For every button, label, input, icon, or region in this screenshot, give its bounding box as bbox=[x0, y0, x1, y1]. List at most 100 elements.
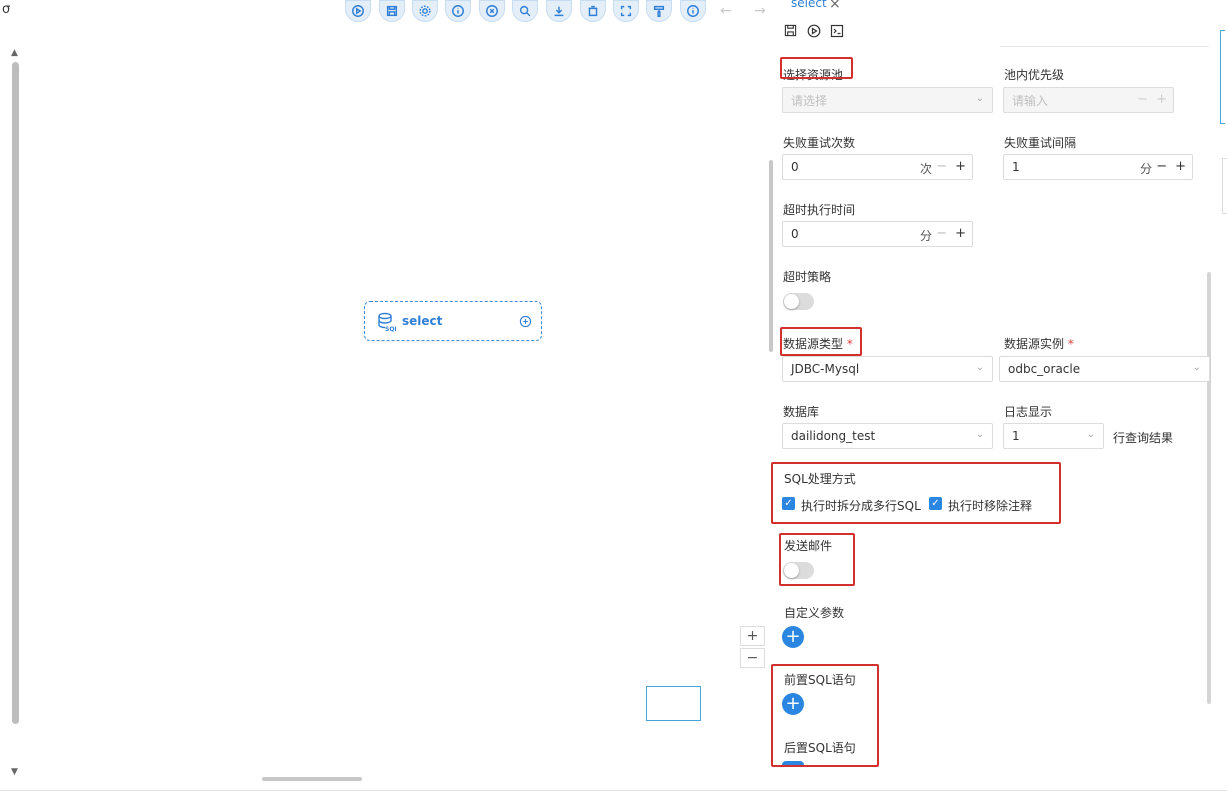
custom-params-label: 自定义参数 bbox=[784, 606, 845, 620]
download-button[interactable] bbox=[546, 0, 572, 22]
database-select[interactable]: dailidong_test ⌄ bbox=[782, 423, 993, 449]
annotation-box bbox=[780, 327, 862, 356]
code-icon[interactable] bbox=[830, 24, 844, 38]
pool-priority-input[interactable]: 请输入 − + bbox=[1003, 87, 1174, 113]
retry-times-unit: 次 bbox=[920, 162, 933, 176]
vertical-scrollbar[interactable] bbox=[12, 62, 19, 724]
pool-priority-label: 池内优先级 bbox=[1004, 68, 1065, 82]
retry-times-label: 失败重试次数 bbox=[783, 136, 856, 150]
task-node-select[interactable]: SQL select bbox=[364, 301, 542, 341]
retry-interval-input[interactable]: 1 分 − + bbox=[1003, 154, 1193, 180]
retry-interval-label: 失败重试间隔 bbox=[1004, 136, 1077, 150]
timeout-strategy-toggle[interactable] bbox=[783, 293, 814, 310]
delete-icon bbox=[588, 5, 598, 17]
scroll-down-icon[interactable]: ▼ bbox=[11, 767, 18, 777]
datasource-type-value: JDBC-Mysql bbox=[791, 362, 860, 376]
annotation-box bbox=[771, 462, 1061, 524]
pool-priority-placeholder: 请输入 bbox=[1012, 93, 1049, 108]
bottom-border bbox=[0, 790, 1227, 791]
log-display-select[interactable]: 1 ⌄ bbox=[1003, 423, 1104, 449]
divider bbox=[1000, 46, 1209, 47]
search-icon bbox=[519, 5, 531, 17]
minimap[interactable] bbox=[646, 686, 701, 721]
close-circle-icon bbox=[486, 5, 498, 17]
delete-button[interactable] bbox=[580, 0, 606, 22]
required-mark: * bbox=[1067, 337, 1074, 351]
fullscreen-icon bbox=[620, 5, 632, 17]
timeout-unit: 分 bbox=[920, 229, 933, 243]
decrement-icon[interactable]: − bbox=[936, 226, 947, 241]
chevron-down-icon: ⌄ bbox=[1192, 362, 1201, 373]
format-button[interactable] bbox=[646, 0, 672, 22]
save-icon[interactable] bbox=[784, 24, 797, 37]
database-value: dailidong_test bbox=[791, 429, 876, 443]
increment-icon[interactable]: + bbox=[955, 159, 966, 174]
database-sql-icon: SQL bbox=[378, 312, 396, 332]
forward-arrow-icon[interactable]: → bbox=[754, 3, 766, 19]
add-custom-param-button[interactable]: + bbox=[782, 626, 804, 648]
zoom-out-button[interactable]: − bbox=[740, 648, 765, 668]
increment-icon[interactable]: + bbox=[1156, 92, 1167, 107]
datasource-instance-value: odbc_oracle bbox=[1008, 362, 1081, 376]
save-icon bbox=[386, 5, 398, 17]
search-button[interactable] bbox=[512, 0, 538, 22]
retry-interval-value: 1 bbox=[1012, 160, 1020, 174]
scroll-up-icon[interactable]: ▲ bbox=[11, 48, 18, 58]
annotation-box bbox=[780, 57, 853, 79]
about-button[interactable] bbox=[680, 0, 706, 22]
datasource-type-select[interactable]: JDBC-Mysql ⌄ bbox=[782, 356, 993, 382]
select-pool-select[interactable]: 请选择 ⌄ bbox=[782, 87, 993, 113]
format-icon bbox=[653, 5, 665, 17]
node-label: select bbox=[402, 314, 443, 328]
datasource-instance-select[interactable]: odbc_oracle ⌄ bbox=[999, 356, 1210, 382]
back-arrow-icon[interactable]: ← bbox=[720, 3, 732, 19]
increment-icon[interactable]: + bbox=[955, 226, 966, 241]
side-tab[interactable] bbox=[1220, 30, 1225, 124]
side-tab[interactable] bbox=[1222, 158, 1227, 214]
annotation-box bbox=[771, 664, 879, 767]
info-button[interactable] bbox=[445, 0, 471, 22]
database-label: 数据库 bbox=[783, 405, 820, 419]
fullscreen-button[interactable] bbox=[613, 0, 639, 22]
zoom-in-button[interactable]: + bbox=[740, 626, 765, 646]
timeout-value: 0 bbox=[791, 227, 799, 241]
chevron-down-icon: ⌄ bbox=[975, 362, 984, 373]
log-display-value: 1 bbox=[1012, 429, 1020, 443]
info-icon bbox=[687, 5, 699, 17]
chevron-down-icon: ⌄ bbox=[975, 93, 984, 104]
save-button[interactable] bbox=[379, 0, 405, 22]
decrement-icon[interactable]: − bbox=[1156, 159, 1167, 174]
info-icon bbox=[452, 5, 464, 17]
decrement-icon[interactable]: − bbox=[1137, 92, 1148, 107]
retry-times-input[interactable]: 0 次 − + bbox=[782, 154, 973, 180]
chevron-down-icon: ⌄ bbox=[1086, 429, 1095, 440]
close-button[interactable] bbox=[479, 0, 505, 22]
select-pool-placeholder: 请选择 bbox=[791, 93, 828, 108]
download-icon bbox=[554, 6, 564, 17]
panel-scrollbar[interactable] bbox=[769, 160, 773, 352]
retry-interval-unit: 分 bbox=[1140, 162, 1153, 176]
increment-icon[interactable]: + bbox=[1175, 159, 1186, 174]
add-circle-icon[interactable] bbox=[519, 315, 532, 328]
corner-glyph: σ bbox=[2, 2, 11, 17]
svg-text:SQL: SQL bbox=[385, 326, 396, 332]
settings-button[interactable] bbox=[412, 0, 438, 22]
panel-scrollbar-right[interactable] bbox=[1207, 272, 1211, 704]
log-display-label: 日志显示 bbox=[1004, 405, 1053, 419]
timeout-input[interactable]: 0 分 − + bbox=[782, 221, 973, 247]
tab-close-icon[interactable]: × bbox=[829, 0, 841, 12]
horizontal-scrollbar[interactable] bbox=[262, 777, 362, 781]
timeout-strategy-label: 超时策略 bbox=[783, 270, 832, 284]
play-icon bbox=[352, 5, 364, 17]
run-button[interactable] bbox=[345, 0, 371, 22]
annotation-box bbox=[779, 533, 855, 586]
retry-times-value: 0 bbox=[791, 160, 799, 174]
timeout-label: 超时执行时间 bbox=[783, 203, 856, 217]
log-display-suffix: 行查询结果 bbox=[1113, 431, 1174, 445]
panel-tab-title[interactable]: select bbox=[791, 0, 827, 10]
decrement-icon[interactable]: − bbox=[936, 159, 947, 174]
chevron-down-icon: ⌄ bbox=[975, 429, 984, 440]
datasource-instance-label: 数据源实例 * bbox=[1004, 337, 1074, 351]
play-icon[interactable] bbox=[807, 24, 821, 38]
settings-icon bbox=[419, 5, 431, 17]
